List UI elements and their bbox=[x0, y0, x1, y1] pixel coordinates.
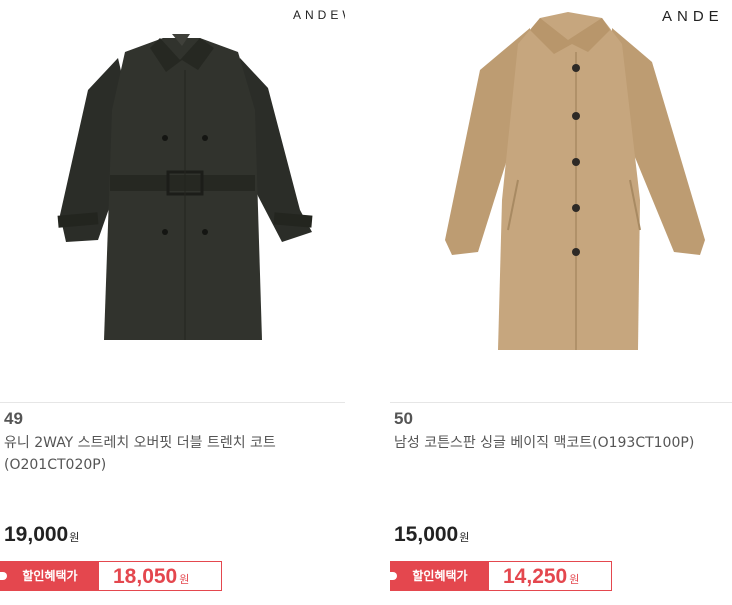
discount-label: 할인혜택가 bbox=[390, 562, 489, 590]
product-title[interactable]: 유니 2WAY 스트레치 오버핏 더블 트렌치 코트(O201CT020P) bbox=[4, 432, 349, 476]
divider bbox=[0, 402, 345, 403]
brand-label: ANDEW bbox=[293, 8, 345, 22]
product-card[interactable]: ANDEW 49 유니 2WAY 스트레치 오버핏 더블 트렌치 코트(O201… bbox=[0, 0, 345, 605]
discount-price-value: 18,050 bbox=[113, 565, 178, 588]
discount-price-box: 할인혜택가 14,250 원 bbox=[390, 561, 612, 591]
product-title[interactable]: 남성 코튼스판 싱글 베이직 맥코트(O193CT100P) bbox=[394, 432, 732, 454]
product-image[interactable]: ANDE bbox=[390, 0, 732, 395]
product-image[interactable]: ANDEW bbox=[0, 0, 345, 395]
product-card[interactable]: ANDE 50 남성 코튼스판 싱글 베이직 맥코트(O193CT100P) 1… bbox=[390, 0, 732, 605]
brand-label: ANDE bbox=[662, 8, 724, 25]
currency-unit: 원 bbox=[179, 574, 190, 586]
currency-unit: 원 bbox=[569, 574, 580, 586]
rank-number: 50 bbox=[394, 409, 413, 428]
divider bbox=[390, 402, 732, 403]
mac-coat-image bbox=[445, 12, 705, 350]
discount-price: 14,250 원 bbox=[503, 562, 579, 590]
price-value: 19,000 bbox=[4, 523, 69, 546]
discount-price-box: 할인혜택가 18,050 원 bbox=[0, 561, 222, 591]
discount-label: 할인혜택가 bbox=[0, 562, 99, 590]
currency-unit: 원 bbox=[459, 532, 470, 544]
discount-price: 18,050 원 bbox=[113, 562, 189, 590]
rank-number: 49 bbox=[4, 409, 23, 428]
discount-price-value: 14,250 bbox=[503, 565, 568, 588]
price-value: 15,000 bbox=[394, 523, 459, 546]
currency-unit: 원 bbox=[69, 532, 80, 544]
trench-coat-image bbox=[57, 34, 313, 340]
original-price: 19,000원 bbox=[4, 523, 79, 547]
original-price: 15,000원 bbox=[394, 523, 469, 547]
